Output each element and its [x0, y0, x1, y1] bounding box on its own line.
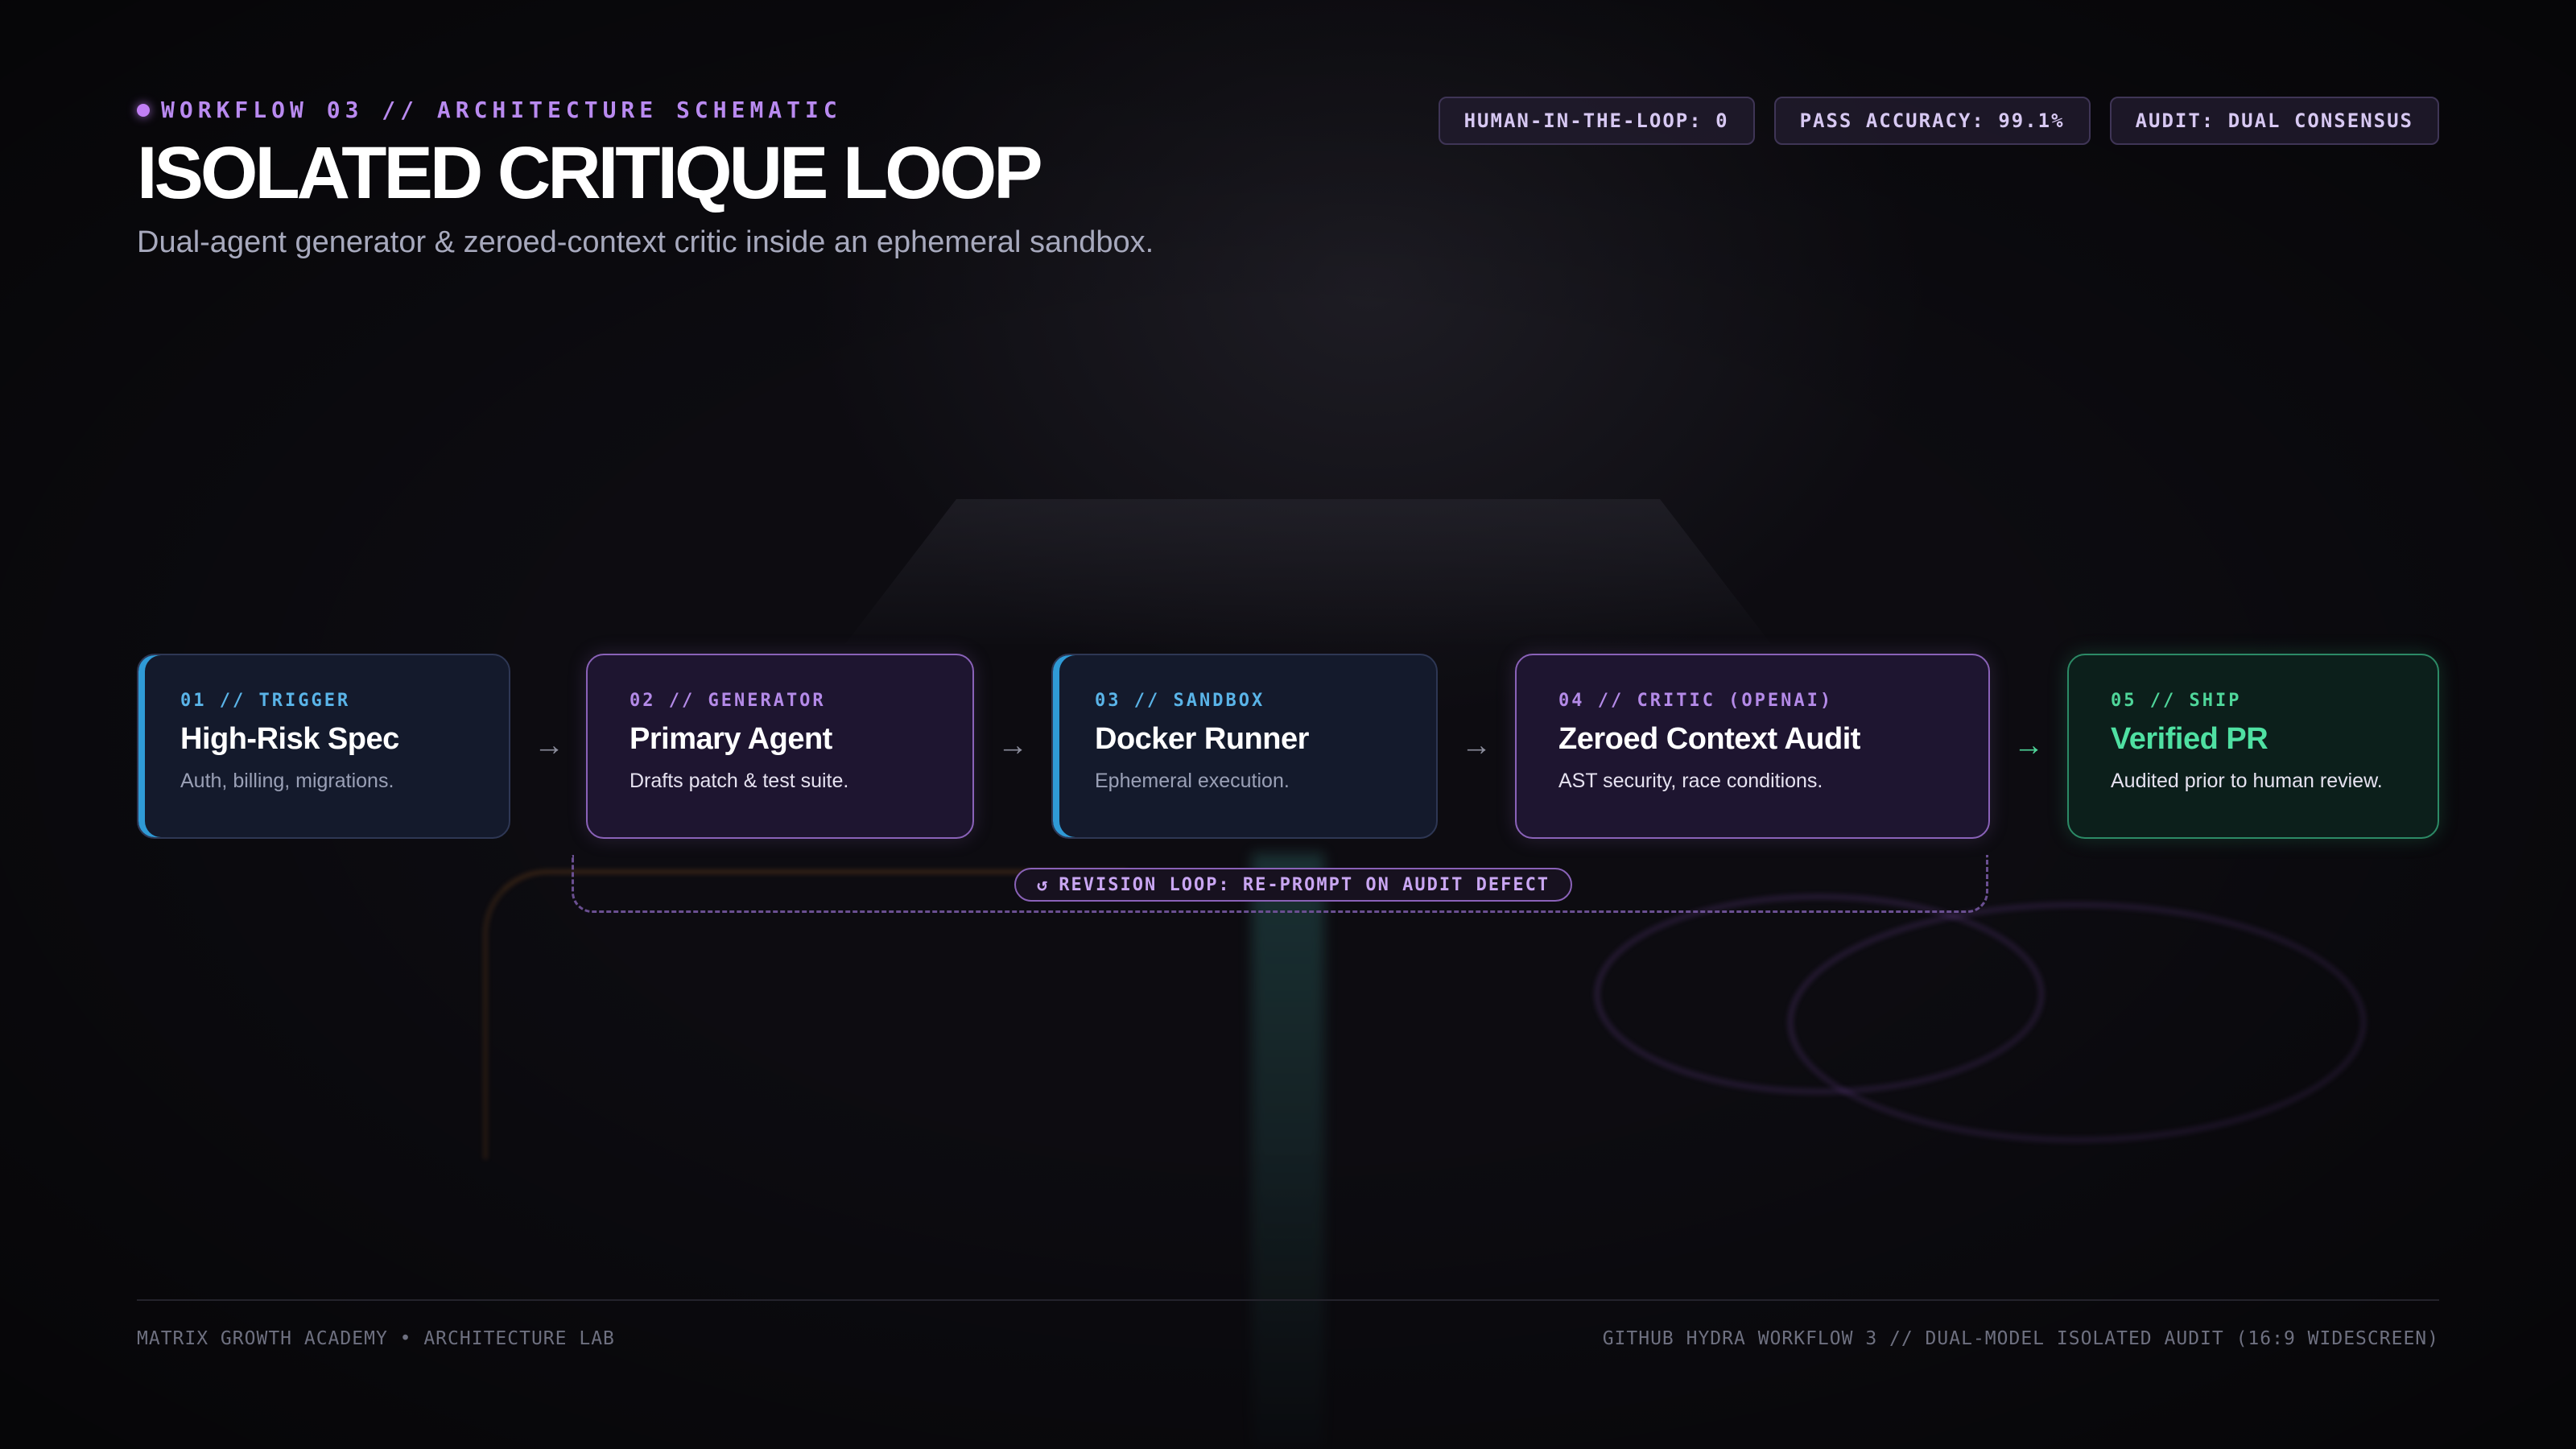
- step-title: Primary Agent: [630, 722, 832, 756]
- step-description: Audited prior to human review.: [2111, 770, 2383, 792]
- step-description: Drafts patch & test suite.: [630, 770, 849, 792]
- revision-loop-label: ↺ REVISION LOOP: RE-PROMPT ON AUDIT DEFE…: [1014, 868, 1573, 902]
- eyebrow: WORKFLOW 03 // ARCHITECTURE SCHEMATIC: [137, 97, 1154, 123]
- badge-human-in-the-loop: HUMAN-IN-THE-LOOP: 0: [1438, 97, 1755, 145]
- step-card-sandbox: 03 // SANDBOX Docker Runner Ephemeral ex…: [1051, 654, 1438, 839]
- step-label: 02 // GENERATOR: [630, 691, 826, 711]
- page-title: ISOLATED CRITIQUE LOOP: [137, 132, 1043, 214]
- header: WORKFLOW 03 // ARCHITECTURE SCHEMATIC IS…: [137, 97, 1154, 260]
- step-title: Zeroed Context Audit: [1558, 722, 1860, 756]
- step-label: 03 // SANDBOX: [1095, 691, 1265, 711]
- eyebrow-text: WORKFLOW 03 // ARCHITECTURE SCHEMATIC: [161, 97, 842, 123]
- step-card-critic: 04 // CRITIC (OPENAI) Zeroed Context Aud…: [1515, 654, 1990, 839]
- status-dot-icon: [137, 103, 150, 117]
- badge-audit: AUDIT: DUAL CONSENSUS: [2109, 97, 2439, 145]
- step-description: Auth, billing, migrations.: [180, 770, 394, 792]
- step-description: Ephemeral execution.: [1095, 770, 1290, 792]
- arrow-right-icon: →: [2013, 728, 2044, 762]
- footer-right-text: GITHUB HYDRA WORKFLOW 3 // DUAL-MODEL IS…: [1602, 1328, 2439, 1349]
- step-label: 01 // TRIGGER: [180, 691, 351, 711]
- step-description: AST security, race conditions.: [1558, 770, 1823, 792]
- step-title: Verified PR: [2111, 722, 2268, 756]
- arrow-right-icon: →: [1461, 728, 1492, 762]
- step-card-ship: 05 // SHIP Verified PR Audited prior to …: [2067, 654, 2439, 839]
- step-title: Docker Runner: [1095, 722, 1309, 756]
- step-title: High-Risk Spec: [180, 722, 399, 756]
- footer-divider: [137, 1299, 2439, 1301]
- page-subtitle: Dual-agent generator & zeroed-context cr…: [137, 225, 1154, 259]
- step-label: 05 // SHIP: [2111, 691, 2242, 711]
- footer-left-text: MATRIX GROWTH ACADEMY • ARCHITECTURE LAB: [137, 1328, 615, 1349]
- arrow-right-icon: →: [534, 728, 564, 762]
- step-card-trigger: 01 // TRIGGER High-Risk Spec Auth, billi…: [137, 654, 510, 839]
- step-card-generator: 02 // GENERATOR Primary Agent Drafts pat…: [586, 654, 974, 839]
- workflow-diagram: 01 // TRIGGER High-Risk Spec Auth, billi…: [137, 654, 2439, 839]
- refresh-icon: ↺: [1037, 874, 1050, 895]
- arrow-right-icon: →: [997, 728, 1028, 762]
- metric-badges: HUMAN-IN-THE-LOOP: 0 PASS ACCURACY: 99.1…: [1438, 97, 2439, 145]
- revision-loop-text: REVISION LOOP: RE-PROMPT ON AUDIT DEFECT: [1059, 874, 1550, 895]
- badge-pass-accuracy: PASS ACCURACY: 99.1%: [1773, 97, 2091, 145]
- step-label: 04 // CRITIC (OPENAI): [1558, 691, 1834, 711]
